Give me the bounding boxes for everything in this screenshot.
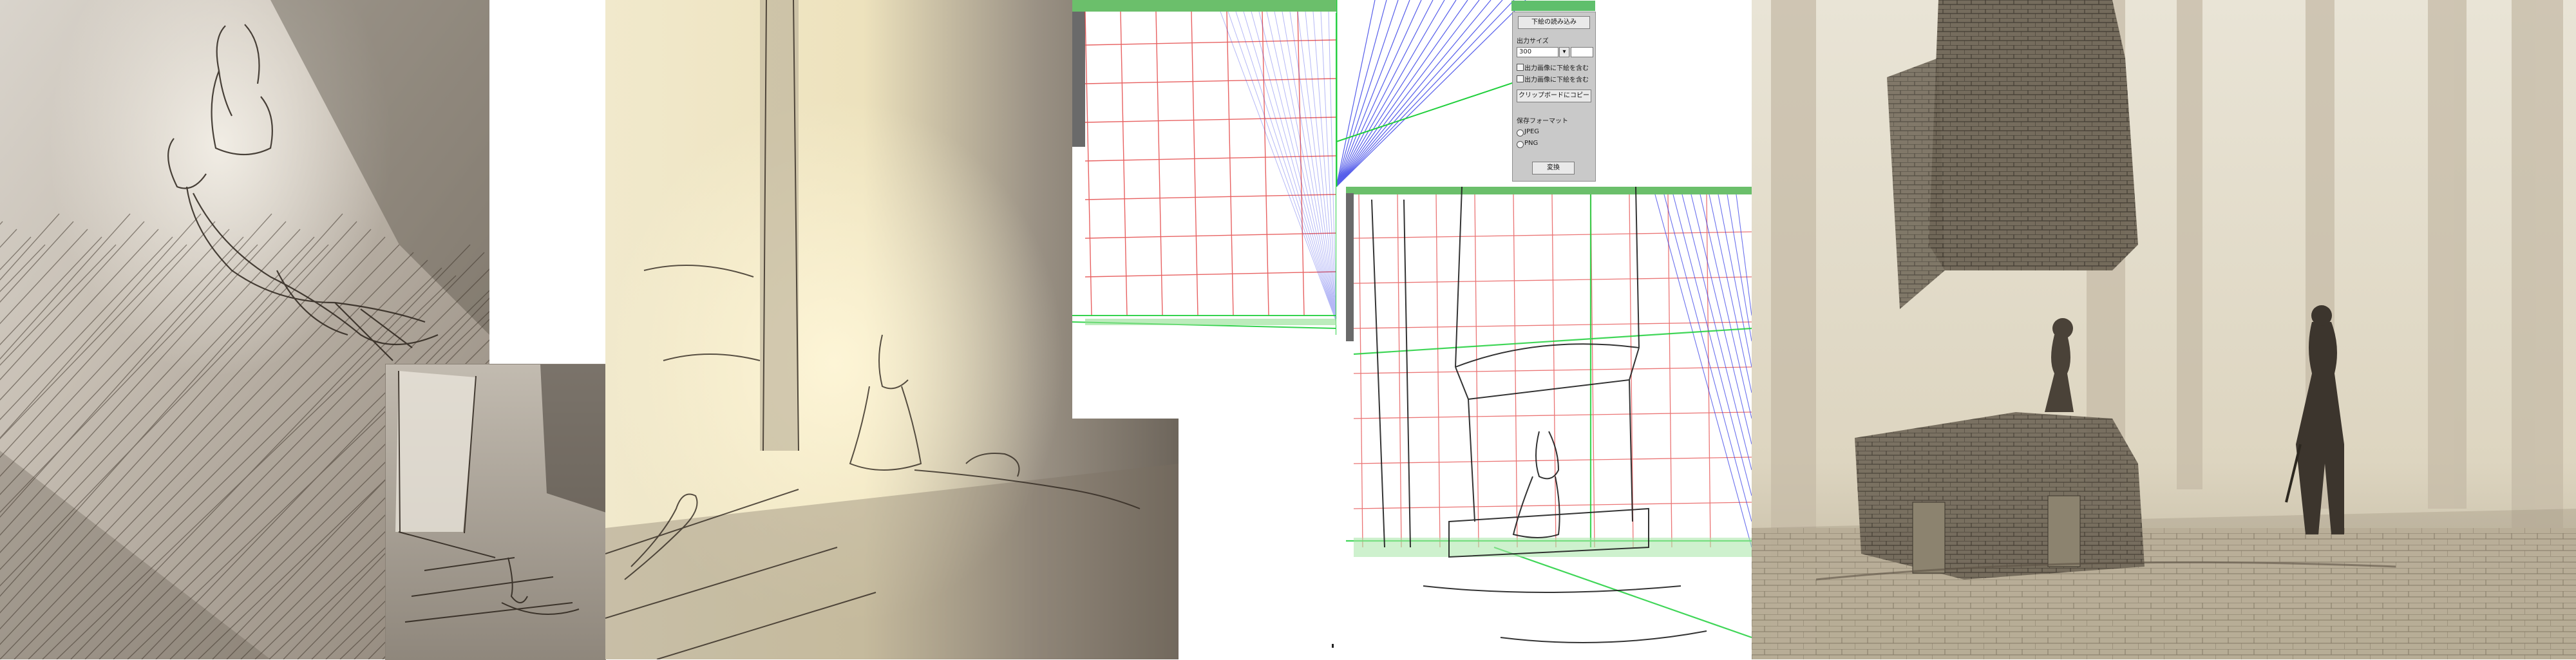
final-illustration-panel xyxy=(1752,0,2576,659)
perspective-grid-bottom-drawing xyxy=(1346,187,1752,659)
copy-to-clipboard-button[interactable]: クリップボードにコピー xyxy=(1517,90,1591,102)
output-size-input-2[interactable] xyxy=(1571,47,1593,57)
sketch-doorway-drawing xyxy=(386,364,606,660)
include-underlay-checkbox-2[interactable] xyxy=(1517,75,1524,82)
include-underlay-label-2: 出力画像に下絵を含む xyxy=(1524,77,1589,84)
convert-button[interactable]: 変換 xyxy=(1532,162,1575,174)
save-format-label: 保存フォーマット xyxy=(1517,118,1568,125)
final-illustration-drawing xyxy=(1752,0,2576,659)
import-underlay-button[interactable]: 下絵の読み込み xyxy=(1518,16,1590,29)
perspective-fan-strip xyxy=(1336,0,1530,187)
format-png-label: PNG xyxy=(1524,140,1539,147)
include-underlay-label: 出力画像に下絵を含む xyxy=(1524,65,1589,72)
output-size-input[interactable]: 300 xyxy=(1517,47,1558,57)
size-stepper-button[interactable]: ▾ xyxy=(1559,47,1569,57)
perspective-grid-panel-bottom xyxy=(1346,187,1752,659)
window-titlebar xyxy=(1511,1,1595,11)
perspective-grid-panel-top xyxy=(1072,0,1336,419)
export-dialog: 下絵の読み込み 出力サイズ 300 ▾ 出力画像に下絵を含む 出力画像に下絵を含… xyxy=(1511,1,1596,182)
format-jpeg-label: JPEG xyxy=(1524,128,1540,135)
format-png-radio[interactable] xyxy=(1517,141,1524,148)
perspective-fan-drawing xyxy=(1336,0,1530,187)
format-jpeg-radio[interactable] xyxy=(1517,129,1524,137)
sketch-panel-doorway-inset xyxy=(385,364,606,660)
include-underlay-checkbox[interactable] xyxy=(1517,64,1524,71)
output-size-label: 出力サイズ xyxy=(1517,38,1549,45)
stray-mark xyxy=(1332,644,1334,648)
perspective-grid-top-drawing xyxy=(1072,0,1336,419)
